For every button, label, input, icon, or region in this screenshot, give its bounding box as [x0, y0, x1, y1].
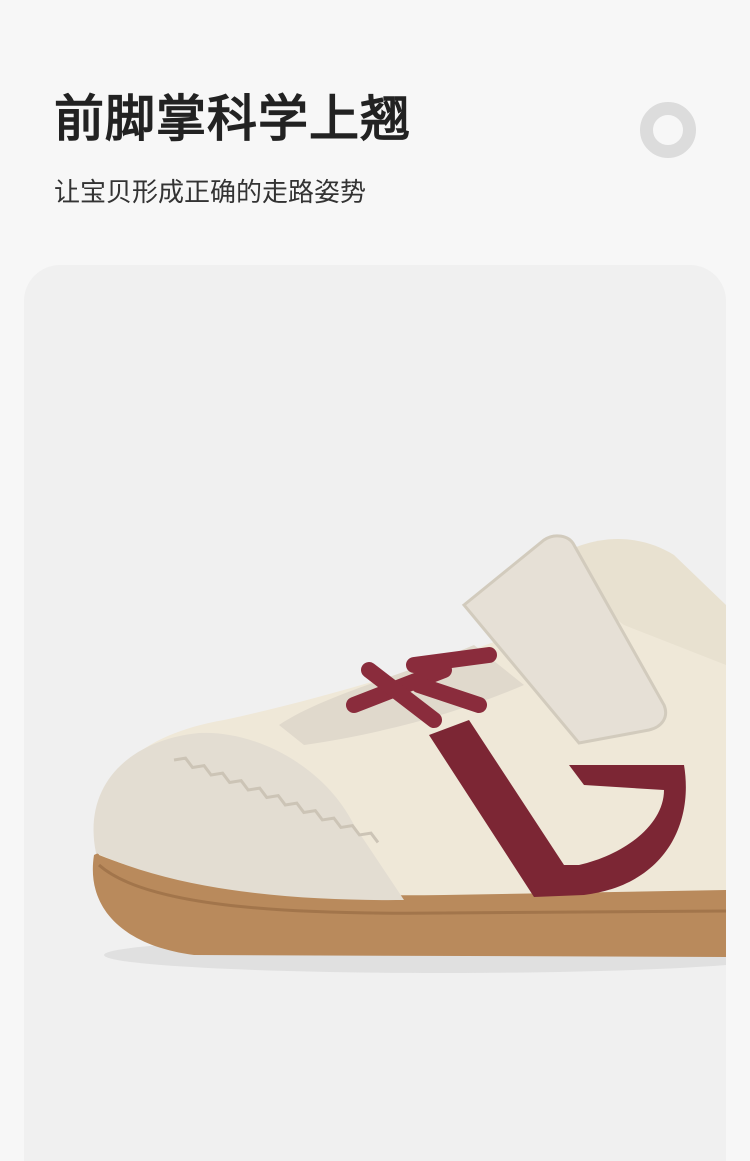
page-title: 前脚掌科学上翘 [54, 90, 411, 148]
page-subtitle: 让宝贝形成正确的走路姿势 [54, 178, 367, 208]
decorative-ring-icon [640, 102, 696, 158]
sneaker-illustration [92, 534, 726, 973]
product-image-card [24, 265, 726, 1161]
